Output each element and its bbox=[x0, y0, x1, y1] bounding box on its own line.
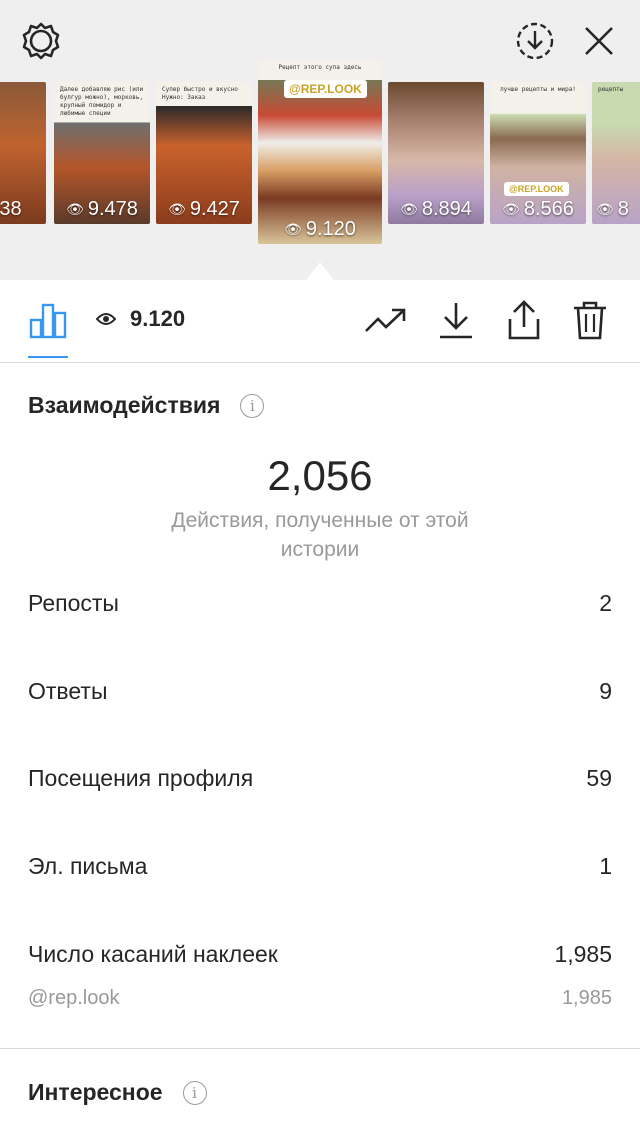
discovery-title-text: Интересное bbox=[28, 1079, 163, 1105]
story-views: 👁 8.894 bbox=[400, 197, 472, 220]
active-tab-indicator bbox=[28, 356, 68, 358]
story-caption: Супер быстро и вкусно Нужно: Заказ bbox=[156, 82, 252, 106]
story-thumbnail[interactable]: Супер быстро и вкусно Нужно: Заказ 👁 9.42… bbox=[156, 82, 252, 224]
metric-row-profile-visits: Посещения профиля 59 bbox=[28, 765, 612, 792]
mention-sticker: @REP.LOOK bbox=[504, 182, 569, 196]
interactions-section-title: Взаимодействия i bbox=[28, 392, 265, 419]
eye-icon bbox=[96, 313, 116, 325]
trending-up-icon bbox=[365, 308, 406, 332]
metric-label: Посещения профиля bbox=[28, 765, 254, 791]
metric-value: 1 bbox=[599, 853, 612, 879]
metric-row-sticker-taps: Число касаний наклеек 1,985 bbox=[28, 941, 612, 968]
metric-label: Репосты bbox=[28, 590, 119, 616]
total-interactions-label: Действия, полученные от этой истории bbox=[0, 506, 640, 564]
section-divider bbox=[0, 1048, 640, 1049]
eye-icon: 👁 bbox=[66, 200, 84, 217]
mention-sticker: @REP.LOOK bbox=[284, 80, 367, 98]
story-views: 👁 9.427 bbox=[168, 197, 240, 220]
insights-tab[interactable] bbox=[26, 298, 70, 342]
story-strip[interactable]: 👁338 Далее добавляю рис (или булгур можн… bbox=[0, 60, 640, 250]
eye-icon: 👁 bbox=[596, 200, 614, 217]
total-interactions-value: 2,056 bbox=[267, 452, 373, 499]
info-icon[interactable]: i bbox=[240, 393, 265, 418]
story-thumbnail[interactable]: лучше рецепты и мира! @REP.LOOK 👁 8.566 bbox=[490, 82, 586, 224]
views-count-text: 9.120 bbox=[130, 306, 186, 331]
close-icon bbox=[585, 27, 613, 55]
trash-icon bbox=[574, 301, 606, 340]
save-button[interactable] bbox=[434, 298, 478, 342]
download-circle-icon bbox=[516, 22, 554, 60]
metric-label: Число касаний наклеек bbox=[28, 941, 278, 967]
total-interactions-label-line2: истории bbox=[280, 538, 360, 561]
story-views: 👁 8 bbox=[596, 197, 629, 220]
metric-subrow-sticker: @rep.look 1,985 bbox=[28, 987, 612, 1010]
story-caption: Рецепт этого супа здесь bbox=[258, 60, 382, 80]
story-views: 👁 9.120 bbox=[284, 217, 356, 240]
metric-label: Эл. письма bbox=[28, 853, 148, 879]
eye-icon: 👁 bbox=[168, 200, 186, 217]
metric-label: Ответы bbox=[28, 678, 108, 704]
eye-icon: 👁 bbox=[502, 200, 520, 217]
metric-row-emails: Эл. письма 1 bbox=[28, 853, 612, 880]
eye-icon: 👁 bbox=[284, 220, 302, 237]
story-toolbar: 9.120 bbox=[0, 280, 640, 363]
story-caption: лучше рецепты и мира! bbox=[490, 82, 586, 104]
close-button[interactable] bbox=[576, 18, 622, 64]
share-button[interactable] bbox=[502, 298, 546, 342]
gear-icon bbox=[22, 22, 60, 60]
settings-button[interactable] bbox=[18, 18, 64, 64]
info-icon[interactable]: i bbox=[182, 1080, 207, 1105]
metric-row-reposts: Репосты 2 bbox=[28, 590, 612, 617]
story-caption: Далее добавляю рис (или булгур можно), м… bbox=[54, 82, 150, 122]
discovery-section-title: Интересное i bbox=[28, 1079, 207, 1106]
metric-value: 59 bbox=[586, 765, 612, 791]
delete-button[interactable] bbox=[568, 298, 612, 342]
story-thumbnail-selected[interactable]: Рецепт этого супа здесь @REP.LOOK 👁 9.120 bbox=[258, 60, 382, 244]
promote-button[interactable] bbox=[364, 298, 408, 342]
story-caption: рецепты bbox=[592, 82, 640, 102]
story-views: 👁338 bbox=[0, 197, 22, 220]
viewers-button[interactable]: 9.120 bbox=[96, 306, 185, 332]
share-icon bbox=[508, 300, 540, 340]
sticker-taps-value: 1,985 bbox=[561, 987, 612, 1009]
sticker-handle: @rep.look bbox=[28, 987, 120, 1009]
eye-icon: 👁 bbox=[400, 200, 418, 217]
download-icon bbox=[440, 303, 472, 339]
story-views: 👁 9.478 bbox=[66, 197, 138, 220]
story-thumbnail[interactable]: 👁338 bbox=[0, 82, 46, 224]
selected-story-pointer bbox=[306, 262, 334, 280]
metric-value: 1,985 bbox=[554, 941, 612, 967]
metric-value: 9 bbox=[599, 678, 612, 704]
story-thumbnail[interactable]: Далее добавляю рис (или булгур можно), м… bbox=[54, 82, 150, 224]
interactions-title-text: Взаимодействия bbox=[28, 392, 221, 418]
story-carousel-area: 👁338 Далее добавляю рис (или булгур можн… bbox=[0, 0, 640, 280]
story-thumbnail[interactable]: 👁 8.894 bbox=[388, 82, 484, 224]
metric-row-replies: Ответы 9 bbox=[28, 678, 612, 705]
metric-value: 2 bbox=[599, 590, 612, 616]
story-thumbnail[interactable]: рецепты 👁 8 bbox=[592, 82, 640, 224]
total-interactions-label-line1: Действия, полученные от этой bbox=[171, 509, 469, 532]
bar-chart-icon bbox=[29, 303, 67, 339]
download-story-button[interactable] bbox=[512, 18, 558, 64]
story-views: 👁 8.566 bbox=[502, 197, 574, 220]
